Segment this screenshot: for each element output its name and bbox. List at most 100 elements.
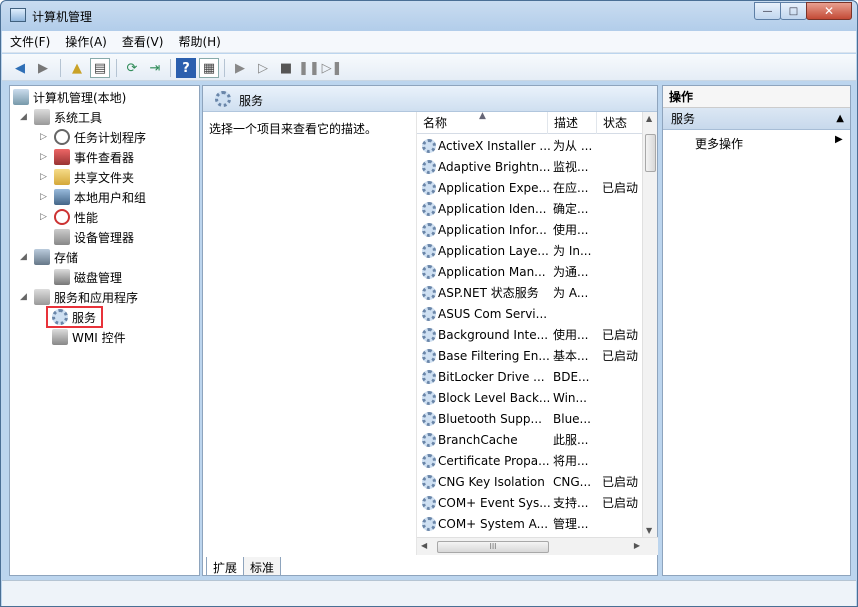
sort-up-icon: ▲: [479, 111, 486, 121]
tree-wmi[interactable]: WMI 控件: [52, 328, 126, 346]
service-status: 已启动: [602, 181, 639, 195]
tab-standard[interactable]: 标准: [243, 557, 282, 576]
horizontal-scrollbar[interactable]: ◀ III ▶: [417, 537, 658, 555]
table-row[interactable]: BitLocker Drive ... BDE...: [417, 366, 644, 387]
show-hide-tree-icon[interactable]: ▤: [90, 58, 110, 78]
tree-performance[interactable]: ▷ 性能: [40, 208, 98, 226]
export-icon[interactable]: ⇥: [145, 58, 165, 78]
tree-services-apps[interactable]: ◢ 服务和应用程序: [20, 288, 138, 306]
tree-event-viewer[interactable]: ▷ 事件查看器: [40, 148, 134, 166]
table-row[interactable]: ASUS Com Servi...: [417, 303, 644, 324]
up-folder-icon[interactable]: ▲: [67, 58, 87, 78]
scroll-down-icon[interactable]: ▼: [646, 526, 652, 535]
column-name[interactable]: 名称 ▲: [417, 111, 548, 134]
table-row[interactable]: ASP.NET 状态服务为 A...: [417, 282, 644, 303]
more-actions-link[interactable]: 更多操作: [695, 135, 743, 152]
table-row[interactable]: Base Filtering En... 基本... 已启动: [417, 345, 644, 366]
help-icon[interactable]: ?: [176, 58, 196, 78]
title-bar[interactable]: 计算机管理 — □ ✕: [1, 1, 857, 31]
table-row[interactable]: Adaptive Brightn... 监视...: [417, 156, 644, 177]
service-name: Application Man...: [438, 264, 546, 279]
column-status[interactable]: 状态: [597, 112, 644, 134]
service-desc: Win...: [553, 390, 587, 405]
actions-section-services[interactable]: 服务 ▲: [663, 108, 850, 130]
scroll-right-icon[interactable]: ▶: [634, 541, 640, 550]
expanded-arrow-icon[interactable]: ◢: [20, 112, 30, 122]
tree-disk-management[interactable]: 磁盘管理: [54, 268, 122, 286]
refresh-icon[interactable]: ⟳: [122, 58, 142, 78]
table-row[interactable]: Bluetooth Supp... Blue...: [417, 408, 644, 429]
collapsed-arrow-icon[interactable]: ▷: [40, 132, 50, 142]
table-row[interactable]: Block Level Back... Win...: [417, 387, 644, 408]
tree-device-manager[interactable]: 设备管理器: [54, 228, 134, 246]
actions-section-label: 服务: [671, 112, 696, 126]
computer-management-icon: [10, 8, 26, 22]
users-icon: [54, 189, 70, 205]
pause-icon[interactable]: ❚❚: [298, 58, 320, 78]
expanded-arrow-icon[interactable]: ◢: [20, 292, 30, 302]
table-row[interactable]: Application Laye... 为 In...: [417, 240, 644, 261]
forward-icon[interactable]: ▶: [33, 58, 53, 78]
service-desc: 使用...: [553, 223, 589, 237]
service-name: ASP.NET 状态服务: [438, 286, 539, 300]
expanded-arrow-icon[interactable]: ◢: [20, 252, 30, 262]
scroll-left-icon[interactable]: ◀: [421, 541, 427, 550]
collapse-up-icon[interactable]: ▲: [836, 108, 844, 130]
service-gear-icon: [422, 180, 436, 195]
properties-icon[interactable]: ▦: [199, 58, 219, 78]
service-status: 已启动: [602, 328, 639, 342]
table-row[interactable]: BranchCache 此服...: [417, 429, 644, 450]
menu-help[interactable]: 帮助(H): [178, 33, 220, 50]
tree-root[interactable]: 计算机管理(本地): [13, 88, 126, 106]
list-header: 名称 ▲ 描述 状态: [417, 111, 644, 134]
table-row[interactable]: Certificate Propa... 将用...: [417, 450, 644, 471]
table-row[interactable]: COM+ System A... 管理...: [417, 513, 644, 534]
tree-shared-folders[interactable]: ▷ 共享文件夹: [40, 168, 134, 186]
table-row[interactable]: Application Infor... 使用...: [417, 219, 644, 240]
collapsed-arrow-icon[interactable]: ▷: [40, 172, 50, 182]
tree-local-users[interactable]: ▷ 本地用户和组: [40, 188, 146, 206]
table-row[interactable]: Application Man... 为通...: [417, 261, 644, 282]
toolbar: ◀ ▶ ▲ ▤ ⟳ ⇥ ? ▦ ▶ ▷ ■ ❚❚ ▷❚: [2, 54, 856, 81]
service-desc: 基本...: [553, 349, 589, 363]
tree-task-scheduler[interactable]: ▷ 任务计划程序: [40, 128, 146, 146]
collapsed-arrow-icon[interactable]: ▷: [40, 212, 50, 222]
table-row[interactable]: COM+ Event Sys... 支持... 已启动: [417, 492, 644, 513]
collapsed-arrow-icon[interactable]: ▷: [40, 152, 50, 162]
vertical-scrollbar[interactable]: ▲ ▼: [642, 112, 657, 537]
disk-icon: [54, 269, 70, 285]
maximize-button[interactable]: □: [780, 2, 807, 20]
performance-icon: [54, 209, 70, 225]
service-name: CNG Key Isolation: [438, 474, 545, 489]
play-icon[interactable]: ▶: [230, 58, 250, 78]
service-gear-icon: [422, 285, 436, 300]
table-row[interactable]: Application Iden... 确定...: [417, 198, 644, 219]
column-desc[interactable]: 描述: [548, 112, 597, 134]
service-name: ActiveX Installer ...: [438, 138, 550, 153]
table-row[interactable]: Background Inte... 使用... 已启动: [417, 324, 644, 345]
restart-icon[interactable]: ▷❚: [322, 58, 343, 78]
table-row[interactable]: ActiveX Installer ... 为从 ...: [417, 135, 644, 156]
service-gear-icon: [422, 222, 436, 237]
table-row[interactable]: CNG Key Isolation CNG... 已启动: [417, 471, 644, 492]
play-alt-icon[interactable]: ▷: [253, 58, 273, 78]
scroll-up-icon[interactable]: ▲: [646, 114, 652, 123]
tree-storage[interactable]: ◢ 存储: [20, 248, 78, 266]
menu-view[interactable]: 查看(V): [122, 33, 164, 50]
services-gear-icon: [215, 91, 231, 107]
menu-file[interactable]: 文件(F): [10, 33, 50, 50]
collapsed-arrow-icon[interactable]: ▷: [40, 192, 50, 202]
horizontal-scroll-thumb[interactable]: III: [437, 541, 549, 553]
view-tabs: 扩展 标准: [206, 557, 282, 576]
tree-system-tools[interactable]: ◢ 系统工具: [20, 108, 102, 126]
back-icon[interactable]: ◀: [10, 58, 30, 78]
vertical-scroll-thumb[interactable]: [645, 134, 656, 172]
table-row[interactable]: Application Expe... 在应... 已启动: [417, 177, 644, 198]
close-button[interactable]: ✕: [806, 2, 852, 20]
stop-icon[interactable]: ■: [276, 58, 296, 78]
menu-action[interactable]: 操作(A): [65, 33, 107, 50]
tab-extended[interactable]: 扩展: [206, 557, 245, 576]
minimize-button[interactable]: —: [754, 2, 781, 20]
submenu-arrow-icon[interactable]: ▶: [835, 134, 843, 145]
service-desc: 将用...: [553, 454, 589, 468]
